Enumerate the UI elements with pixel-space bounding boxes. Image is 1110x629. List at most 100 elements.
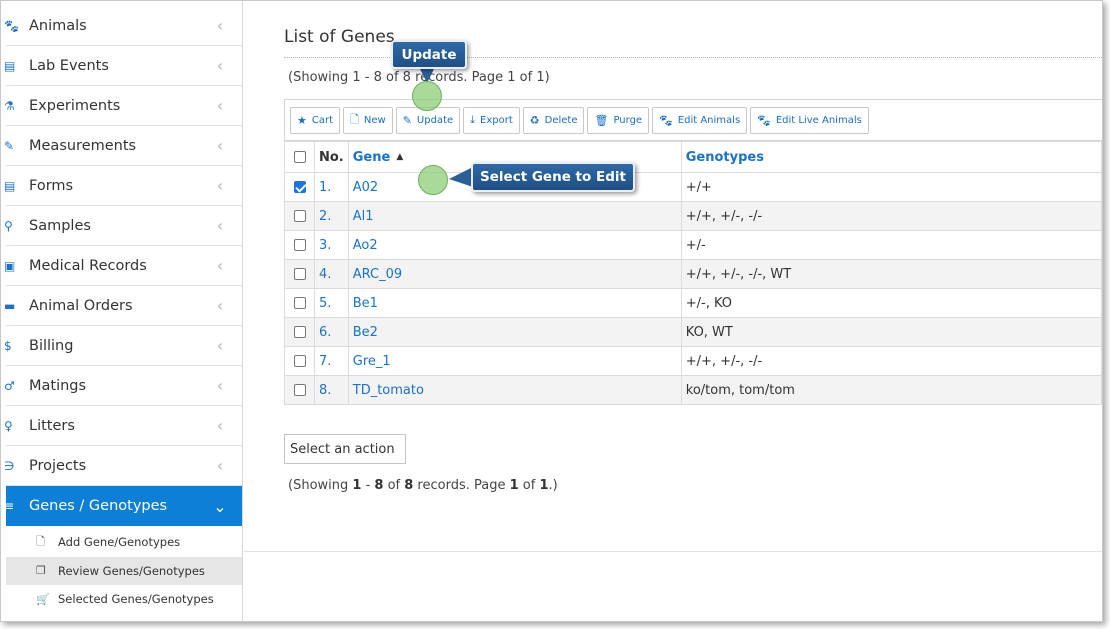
update-icon: ✎ — [402, 113, 412, 127]
sidebar-item-samples[interactable]: ⚲ Samples ‹ — [4, 206, 242, 246]
genotypes-sort-link[interactable]: Genotypes — [686, 150, 764, 165]
cart-icon: 🛒 — [36, 592, 50, 606]
genotypes-cell: +/- — [680, 230, 1102, 260]
row-checkbox[interactable] — [293, 297, 306, 309]
genotypes-cell: ko/tom, tom/tom — [680, 375, 1102, 405]
sidebar-item-label: Matings — [29, 377, 87, 394]
row-number: 5. — [314, 288, 349, 318]
edit-live-animals-icon: 🐾 — [757, 113, 771, 127]
delete-icon: ♻ — [529, 113, 540, 127]
gene-link[interactable]: Al1 — [353, 209, 374, 224]
sidebar-item-label: Genes / Genotypes — [29, 498, 168, 514]
button-label: Export — [480, 114, 513, 126]
submenu-item-add-gene-genotypes[interactable]: 🗋 Add Gene/Genotypes — [6, 528, 242, 556]
table-row: 2. Al1 +/+, +/-, -/- — [284, 201, 1102, 231]
button-label: Delete — [544, 114, 578, 126]
action-select[interactable]: Select an action — [284, 434, 406, 464]
table-row: 8. TD_tomato ko/tom, tom/tom — [284, 375, 1102, 405]
update-callout: Update — [391, 40, 467, 69]
genotypes-cell: +/+, +/-, -/- — [680, 201, 1102, 231]
purge-icon: 🗑 — [594, 113, 609, 127]
gene-link[interactable]: A02 — [353, 180, 378, 195]
gene-link[interactable]: ARC_09 — [353, 267, 402, 282]
table-row: 7. Gre_1 +/+, +/-, -/- — [284, 346, 1102, 376]
gene-link[interactable]: Ao2 — [353, 238, 378, 253]
sidebar-item-label: Projects — [29, 457, 87, 474]
sidebar-item-measurements[interactable]: ✎ Measurements ‹ — [4, 126, 242, 166]
row-number: 8. — [314, 375, 349, 405]
sidebar-item-label: Billing — [29, 337, 74, 354]
button-label: Purge — [613, 114, 643, 126]
sidebar-item-genes-genotypes[interactable]: ≡ Genes / Genotypes ⌄ — [4, 486, 242, 526]
gene-link[interactable]: Be1 — [353, 296, 378, 311]
sidebar-item-label: Experiments — [29, 97, 121, 114]
row-checkbox[interactable] — [293, 268, 306, 280]
sidebar-item-label: Measurements — [29, 137, 137, 154]
toolbar: ★ Cart 🗋 New ✎ Update ⤓ Export ♻ Delete 🗑 Purge 🐾 Edi… — [284, 99, 1102, 141]
select-gene-highlight-dot — [418, 165, 448, 195]
sidebar-item-label: Animal Orders — [29, 297, 133, 314]
gene-cell: ARC_09 — [347, 259, 682, 289]
chevron-left-icon: ‹ — [216, 96, 224, 115]
sidebar-item-animals[interactable]: 🐾 Animals ‹ — [4, 6, 242, 46]
row-select-cell — [284, 317, 315, 347]
app-window: 🐾 Animals ‹ ▤ Lab Events ‹ ⚗ Experiments ‹ ✎ Measu… — [0, 0, 1103, 622]
export-icon: ⤓ — [470, 113, 476, 126]
table-row: 5. Be1 +/-, KO — [284, 288, 1102, 318]
delete-button[interactable]: ♻ Delete — [522, 106, 585, 134]
row-select-cell — [284, 288, 315, 318]
gene-sort-link[interactable]: Gene — [353, 150, 391, 165]
row-checkbox[interactable] — [293, 210, 306, 222]
row-select-cell — [284, 172, 315, 202]
export-button[interactable]: ⤓ Export — [463, 106, 520, 134]
sidebar-item-experiments[interactable]: ⚗ Experiments ‹ — [4, 86, 242, 126]
row-checkbox[interactable] — [293, 355, 306, 367]
select-all-checkbox[interactable] — [293, 151, 306, 163]
genotypes-header[interactable]: Genotypes — [680, 141, 1102, 173]
gene-cell: Ao2 — [347, 230, 682, 260]
sidebar-item-litters[interactable]: ♀ Litters ‹ — [4, 406, 242, 446]
row-checkbox[interactable] — [293, 384, 306, 396]
sidebar-item-forms[interactable]: ▤ Forms ‹ — [4, 166, 242, 206]
select-gene-callout: Select Gene to Edit — [471, 162, 635, 192]
chevron-left-icon: ‹ — [216, 136, 224, 155]
gene-link[interactable]: Be2 — [353, 325, 378, 340]
sidebar-item-label: Animals — [29, 17, 87, 34]
gene-cell: Al1 — [347, 201, 682, 231]
submenu-item-review-genes-genotypes[interactable]: ❐ Review Genes/Genotypes — [6, 556, 242, 585]
sidebar-item-projects[interactable]: ∋ Projects ‹ — [4, 446, 242, 486]
update-highlight-dot — [412, 81, 442, 111]
gene-link[interactable]: Gre_1 — [353, 354, 391, 369]
submenu-item-selected-genes-genotypes[interactable]: 🛒 Selected Genes/Genotypes — [6, 585, 242, 613]
row-checkbox[interactable] — [293, 326, 306, 338]
table-row: 1. A02 +/+ — [284, 172, 1102, 202]
sidebar-item-animal-orders[interactable]: ▬ Animal Orders ‹ — [4, 286, 242, 326]
button-label: Edit Animals — [677, 114, 741, 126]
gene-cell: TD_tomato — [347, 375, 682, 405]
sidebar-item-matings[interactable]: ♂ Matings ‹ — [4, 366, 242, 406]
sidebar-item-lab-events[interactable]: ▤ Lab Events ‹ — [4, 46, 242, 86]
row-checkbox[interactable] — [293, 181, 306, 193]
edit-animals-icon: 🐾 — [659, 113, 673, 127]
row-number: 4. — [314, 259, 349, 289]
row-select-cell — [284, 375, 315, 405]
cart-icon: ▬ — [4, 298, 16, 313]
row-number: 2. — [314, 201, 349, 231]
chevron-left-icon: ‹ — [216, 456, 224, 475]
chevron-left-icon: ‹ — [216, 176, 224, 195]
chevron-left-icon: ‹ — [216, 376, 224, 395]
submenu-item-label: Add Gene/Genotypes — [58, 535, 181, 549]
gene-link[interactable]: TD_tomato — [353, 383, 424, 398]
cart-button[interactable]: ★ Cart — [290, 106, 341, 134]
row-checkbox[interactable] — [293, 239, 306, 251]
edit-animals-button[interactable]: 🐾 Edit Animals — [652, 106, 748, 134]
sidebar-item-medical-records[interactable]: ▣ Medical Records ‹ — [4, 246, 242, 286]
sidebar-item-label: Lab Events — [29, 57, 109, 74]
purge-button[interactable]: 🗑 Purge — [587, 106, 650, 134]
mars-icon: ♂ — [4, 378, 15, 393]
row-number: 7. — [314, 346, 349, 376]
new-button[interactable]: 🗋 New — [343, 106, 393, 134]
edit-live-animals-button[interactable]: 🐾 Edit Live Animals — [750, 106, 869, 134]
sidebar-item-billing[interactable]: $ Billing ‹ — [4, 326, 242, 366]
genes-table: No. Gene ▲ Genotypes 1. A02 +/+ 2. Al1 +/+, +/… — [284, 141, 1102, 405]
